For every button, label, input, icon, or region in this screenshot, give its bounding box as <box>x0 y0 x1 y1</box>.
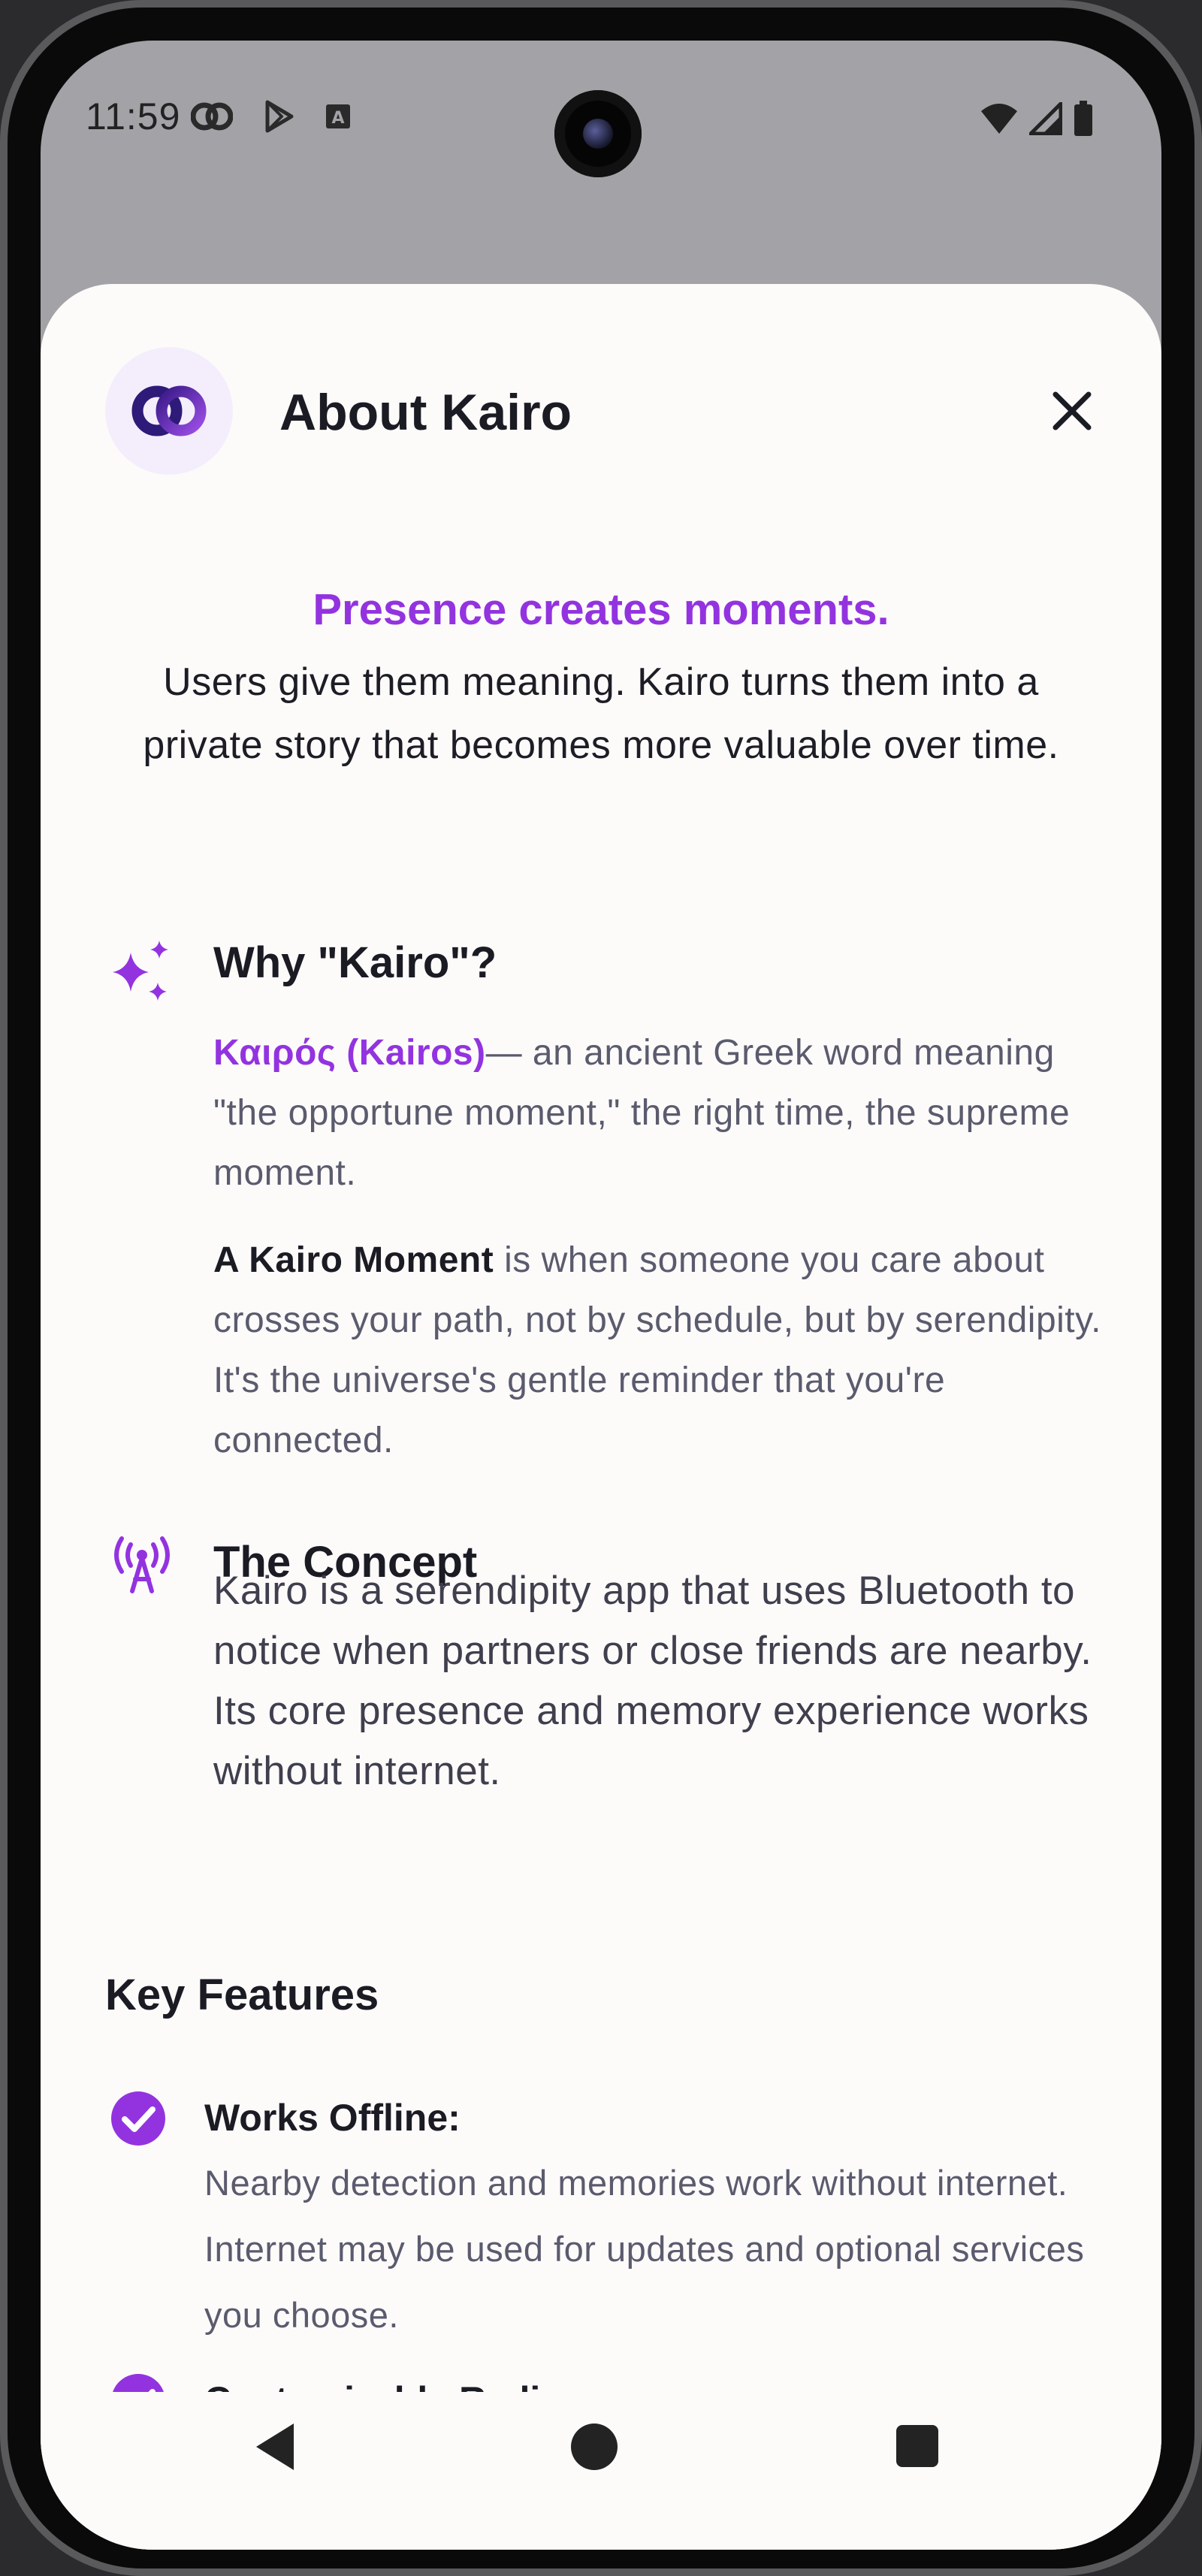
key-features-title: Key Features <box>105 1971 379 2019</box>
status-bar: 11:59 A <box>41 41 1161 198</box>
play-store-icon <box>261 99 296 137</box>
sheet-header: About Kairo <box>105 347 1097 475</box>
close-icon <box>1053 391 1092 430</box>
status-icons-right <box>980 98 1094 140</box>
keyboard-a-icon: A <box>325 103 352 134</box>
phone-frame: 11:59 A About Kairo Presence creates mom… <box>0 0 1202 2576</box>
broadcast-tower-icon <box>110 1534 174 1598</box>
front-camera <box>554 90 642 177</box>
sparkles-icon <box>105 938 180 1009</box>
feature-desc-offline: Nearby detection and memories work witho… <box>204 2163 1085 2335</box>
back-triangle-icon <box>256 2423 294 2470</box>
kairo-moment-paragraph: A Kairo Moment is when someone you care … <box>213 1231 1115 1471</box>
kairo-moment-label: A Kairo Moment <box>213 1240 494 1280</box>
kairo-logo-icon <box>131 385 207 436</box>
svg-text:A: A <box>331 109 344 128</box>
kairo-logo <box>105 347 233 475</box>
signal-icon <box>1025 98 1063 139</box>
battery-icon <box>1073 101 1094 140</box>
about-sheet: About Kairo Presence creates moments. Us… <box>41 284 1161 2550</box>
check-circle-icon <box>110 2090 167 2151</box>
navigation-bar <box>41 2392 1161 2505</box>
kairos-term: Καιρός (Kairos) <box>213 1033 486 1073</box>
kairo-notification-icon <box>190 100 234 137</box>
status-time: 11:59 <box>86 95 181 137</box>
wifi-icon <box>980 102 1019 139</box>
screen: 11:59 A About Kairo Presence creates mom… <box>41 41 1161 2550</box>
back-button[interactable] <box>253 2420 298 2477</box>
close-button[interactable] <box>1038 377 1106 445</box>
why-kairo-definition: Καιρός (Kairos)— an ancient Greek word m… <box>213 1023 1115 1203</box>
concept-text: Kairo is a serendipity app that uses Blu… <box>213 1569 1092 1793</box>
feature-title-offline: Works Offline: <box>204 2097 461 2139</box>
recents-button[interactable] <box>896 2425 938 2467</box>
tagline: Presence creates moments. <box>313 585 889 634</box>
intro-text: Users give them meaning. Kairo turns the… <box>143 660 1059 767</box>
status-icons-left: A <box>190 99 352 137</box>
sheet-title: About Kairo <box>279 384 572 441</box>
home-button[interactable] <box>571 2423 618 2470</box>
why-kairo-title: Why "Kairo"? <box>213 938 497 987</box>
